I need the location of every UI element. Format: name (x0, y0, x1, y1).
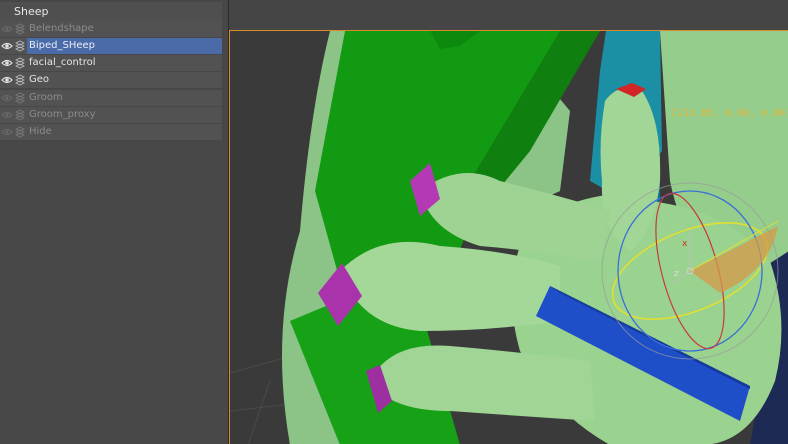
layer-name: Geo (29, 74, 50, 85)
layer-group-header[interactable]: Sheep (0, 2, 222, 21)
layer-row-belendshape[interactable]: Belendshape (0, 21, 222, 37)
layer-name: Belendshape (29, 23, 94, 34)
viewport[interactable]: x z [113.85, 0.00, 0.00] (229, 0, 788, 444)
layer-panel: Sheep Belendshape Biped_SHeep facial_con… (0, 0, 229, 444)
layer-name: Groom_proxy (29, 109, 96, 120)
layer-name: facial_control (29, 57, 96, 68)
transform-coordinate-readout: [113.85, 0.00, 0.00] (671, 108, 788, 119)
layer-stack-icon (15, 57, 25, 69)
gizmo-x-label: x (682, 239, 688, 249)
viewport-toolbar-area (229, 0, 788, 30)
layer-stack-icon (15, 92, 25, 104)
layer-stack-icon (15, 74, 25, 86)
visibility-off-icon[interactable] (1, 93, 13, 103)
layer-panel-empty-area (0, 143, 228, 444)
layer-name: Biped_SHeep (27, 38, 222, 54)
visibility-off-icon[interactable] (1, 127, 13, 137)
layer-row-biped-sheep[interactable]: Biped_SHeep (0, 38, 222, 54)
visibility-on-icon[interactable] (1, 75, 13, 85)
active-viewport-frame[interactable]: x z (229, 30, 788, 444)
gizmo-z-label: z (674, 269, 679, 279)
visibility-off-icon[interactable] (1, 24, 13, 34)
layer-row-geo[interactable]: Geo (0, 72, 222, 88)
layer-row-hide[interactable]: Hide (0, 124, 222, 140)
visibility-off-icon[interactable] (1, 110, 13, 120)
layer-stack-icon (15, 126, 25, 138)
layer-row-facial-control[interactable]: facial_control (0, 55, 222, 71)
layer-row-groom-proxy[interactable]: Groom_proxy (0, 107, 222, 123)
layer-stack-icon (15, 109, 25, 121)
layer-stack-icon (15, 40, 25, 52)
layer-name: Hide (29, 126, 52, 137)
layer-row-groom[interactable]: Groom (0, 90, 222, 106)
visibility-on-icon[interactable] (1, 41, 13, 51)
scene-render[interactable]: x z (230, 31, 788, 444)
visibility-on-icon[interactable] (1, 58, 13, 68)
layer-stack-icon (15, 23, 25, 35)
layer-name: Groom (29, 92, 63, 103)
